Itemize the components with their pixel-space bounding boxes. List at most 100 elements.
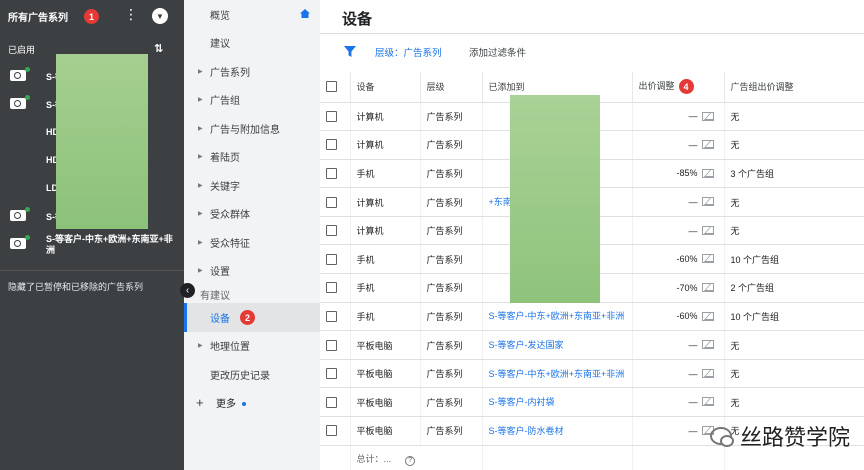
row-checkbox[interactable] [326, 139, 337, 151]
image-icon [701, 140, 714, 150]
bid-adj-cell[interactable]: — [632, 387, 725, 418]
nav-item[interactable]: 更改历史记录 [184, 360, 320, 389]
nav-item[interactable]: ▶ 受众特征 [184, 228, 320, 257]
bid-adj-cell[interactable]: -60% [632, 244, 725, 275]
filter-bar: 层级：广告系列 添加过滤条件 [320, 34, 864, 70]
annotation-badge-2: 2 [240, 310, 255, 325]
nav-item[interactable]: ▶ 广告组 [184, 86, 320, 115]
row-checkbox[interactable] [326, 225, 337, 237]
filter-chip-level[interactable]: 层级：广告系列 [375, 45, 442, 59]
image-icon [701, 225, 714, 235]
bid-adj-cell[interactable]: -60% [632, 302, 725, 332]
nav-item-label: 广告组 [210, 96, 240, 108]
nav-item-label: 受众特征 [210, 238, 250, 250]
add-filter-link[interactable]: 添加过滤条件 [469, 45, 526, 59]
level-cell: 广告系列 [420, 416, 483, 446]
sort-icon[interactable]: ⇅ [154, 42, 163, 55]
wechat-icon [710, 427, 734, 447]
row-checkbox[interactable] [326, 311, 337, 323]
nav-item[interactable]: ▶ 受众群体 [184, 200, 320, 229]
bid-adj-cell[interactable]: -70% [632, 273, 725, 303]
row-checkbox[interactable] [326, 339, 337, 351]
image-icon [701, 111, 714, 121]
nav-item-label: 地理位置 [210, 342, 250, 354]
divider [0, 270, 184, 271]
select-cell [320, 273, 351, 303]
bid-adj-value: — [688, 397, 698, 408]
active-indicator [184, 303, 187, 332]
expand-arrow-icon: ▶ [198, 97, 203, 104]
bid-adj-cell[interactable]: — [632, 359, 725, 389]
more-options-icon[interactable]: ⋮ [124, 7, 138, 21]
nav-item-label: 着陆页 [210, 153, 240, 165]
nav-item[interactable]: ▶ 关键字 [184, 171, 320, 200]
enabled-status-dot [25, 95, 30, 100]
campaign-link[interactable]: S-等客户-中东+欧洲+东南亚+非洲 [489, 311, 625, 321]
search-campaign-icon [10, 210, 26, 221]
main-content: 设备 层级：广告系列 添加过滤条件 设备 层级 已添加到 出价调整 4 广告组出价… [320, 0, 864, 470]
campaign-item[interactable]: S-等客户-中东+欧洲+东南亚+非洲 [0, 230, 184, 264]
nav-item[interactable]: ▶ 地理位置 [184, 332, 320, 361]
bid-adj-cell[interactable]: -85% [632, 159, 725, 189]
chevron-down-icon[interactable]: ▼ [152, 8, 168, 24]
column-header-bid-adj[interactable]: 出价调整 4 [632, 72, 725, 103]
device-cell: 平板电脑 [350, 330, 421, 360]
group-bid-cell: 无 [724, 187, 864, 217]
all-campaigns-title[interactable]: 所有广告系列 [8, 9, 68, 24]
image-icon [701, 283, 714, 293]
campaign-link[interactable]: S-等客户-发达国家 [489, 340, 564, 350]
device-cell: 手机 [350, 302, 421, 332]
campaign-panel-header: 所有广告系列 1 ⋮ ▼ [0, 0, 184, 32]
redaction-block [510, 95, 600, 303]
device-cell: 计算机 [350, 216, 421, 246]
nav-item[interactable]: ▶ 广告与附加信息 [184, 114, 320, 143]
row-checkbox[interactable] [326, 168, 337, 180]
nav-more-button[interactable]: + 更多 [184, 389, 320, 417]
campaign-link[interactable]: S-等客户-防水卷材 [489, 426, 564, 436]
nav-item[interactable]: 概览 [184, 0, 320, 29]
expand-arrow-icon: ▶ [198, 343, 203, 350]
bid-adj-cell[interactable]: — [632, 187, 725, 217]
nav-item-label: 建议 [210, 39, 230, 51]
bid-adj-value: — [688, 139, 698, 150]
select-all-cell [320, 72, 351, 103]
bid-adj-value: — [688, 368, 698, 379]
select-all-checkbox[interactable] [326, 81, 337, 93]
column-header-group-bid-adj[interactable]: 广告组出价调整 [724, 72, 864, 103]
nav-item[interactable]: ▶ 设置 [184, 257, 320, 286]
row-checkbox[interactable] [326, 196, 337, 208]
column-header-bid-label: 出价调整 [638, 81, 675, 92]
help-icon[interactable]: ? [405, 456, 416, 467]
column-header-device[interactable]: 设备 [350, 72, 421, 103]
level-cell: 广告系列 [420, 387, 483, 418]
group-bid-cell: 无 [724, 216, 864, 246]
row-checkbox[interactable] [326, 110, 337, 122]
nav-item[interactable]: ▶ 广告系列 [184, 57, 320, 86]
row-checkbox[interactable] [326, 425, 337, 437]
nav-item-label: 更改历史记录 [210, 370, 270, 382]
bid-adj-value: -70% [676, 282, 698, 293]
bid-adj-cell[interactable]: — [632, 102, 725, 132]
bid-adj-cell[interactable]: — [632, 130, 725, 160]
campaign-link[interactable]: S-等客户-内衬袋 [489, 397, 555, 407]
added-to-cell: S-等客户-防水卷材 [482, 416, 633, 446]
nav-item[interactable]: 建议 [184, 29, 320, 58]
nav-more-label: 更多 [216, 399, 236, 410]
select-cell [320, 330, 351, 360]
row-checkbox[interactable] [326, 368, 337, 380]
row-checkbox[interactable] [326, 253, 337, 265]
collapse-panel-button[interactable]: ‹ [180, 283, 195, 298]
nav-item[interactable]: ▶ 着陆页 [184, 143, 320, 172]
column-header-level[interactable]: 层级 [420, 72, 483, 103]
select-cell [320, 387, 351, 418]
bid-adj-cell[interactable]: — [632, 330, 725, 360]
row-checkbox[interactable] [326, 396, 337, 408]
nav-item-label: 概览 [210, 10, 230, 22]
campaign-link[interactable]: S-等客户-中东+欧洲+东南亚+非洲 [489, 369, 625, 379]
filter-icon[interactable] [344, 46, 356, 57]
table-row: 平板电脑 广告系列 S-等客户-发达国家 — 无 [320, 330, 864, 360]
nav-item-devices[interactable]: 设备 2 [184, 303, 320, 332]
row-checkbox[interactable] [326, 282, 337, 294]
bid-adj-cell[interactable]: — [632, 216, 725, 246]
device-cell: 计算机 [350, 102, 421, 132]
